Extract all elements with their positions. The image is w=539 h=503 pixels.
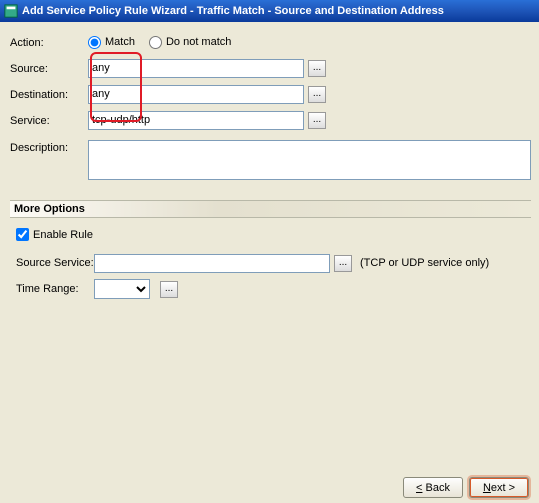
source-input[interactable] (88, 59, 304, 78)
action-radio-group: Match Do not match (88, 36, 231, 49)
more-options-header: More Options (10, 200, 531, 218)
title-bar: Add Service Policy Rule Wizard - Traffic… (0, 0, 539, 22)
service-label: Service: (10, 113, 88, 127)
action-row: Action: Match Do not match (10, 32, 531, 52)
source-service-label: Source Service: (16, 257, 94, 269)
match-radio-label[interactable]: Match (88, 36, 135, 49)
notmatch-radio-label[interactable]: Do not match (149, 36, 231, 49)
match-radio[interactable] (88, 36, 101, 49)
destination-label: Destination: (10, 87, 88, 101)
time-range-row: Time Range: ... (16, 279, 525, 299)
source-service-input[interactable] (94, 254, 330, 273)
source-browse-button[interactable]: ... (308, 60, 326, 77)
destination-browse-button[interactable]: ... (308, 86, 326, 103)
time-range-label: Time Range: (16, 283, 94, 295)
source-service-row: Source Service: ... (TCP or UDP service … (16, 253, 525, 273)
wizard-button-bar: < Back Next > (403, 477, 529, 498)
description-textarea[interactable] (88, 140, 531, 180)
enable-rule-label: Enable Rule (33, 229, 93, 241)
enable-rule-checkbox[interactable] (16, 228, 29, 241)
source-row: Source: ... (10, 58, 531, 78)
source-service-hint: (TCP or UDP service only) (360, 257, 489, 269)
source-label: Source: (10, 61, 88, 75)
next-button[interactable]: Next > (469, 477, 529, 498)
more-options-area: Enable Rule Source Service: ... (TCP or … (10, 218, 531, 299)
match-radio-text: Match (105, 36, 135, 48)
app-icon (4, 4, 18, 18)
description-label: Description: (10, 140, 88, 154)
window-title: Add Service Policy Rule Wizard - Traffic… (22, 5, 444, 17)
back-button-label: < Back (416, 482, 450, 494)
source-service-browse-button[interactable]: ... (334, 255, 352, 272)
service-row: Service: ... (10, 110, 531, 130)
destination-row: Destination: ... (10, 84, 531, 104)
enable-rule-row: Enable Rule (16, 228, 525, 241)
service-browse-button[interactable]: ... (308, 112, 326, 129)
time-range-browse-button[interactable]: ... (160, 281, 178, 298)
action-label: Action: (10, 35, 88, 49)
notmatch-radio-text: Do not match (166, 36, 231, 48)
description-row: Description: (10, 140, 531, 180)
time-range-select[interactable] (94, 279, 150, 299)
destination-input[interactable] (88, 85, 304, 104)
next-button-label: Next > (483, 482, 515, 494)
service-input[interactable] (88, 111, 304, 130)
notmatch-radio[interactable] (149, 36, 162, 49)
back-button[interactable]: < Back (403, 477, 463, 498)
